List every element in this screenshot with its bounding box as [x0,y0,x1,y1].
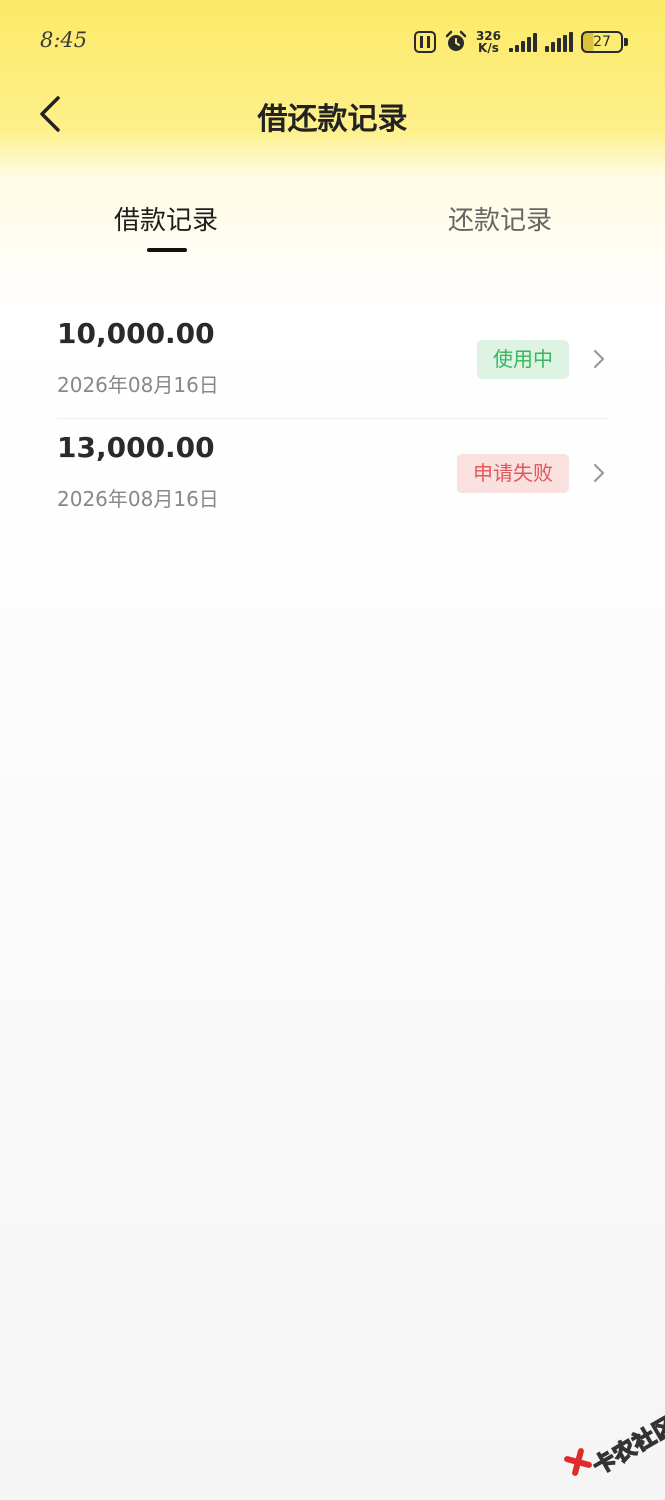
signal-2-icon [545,32,573,52]
chevron-right-icon [593,463,605,483]
record-date: 2026年08月16日 [57,373,219,397]
nav-bar: 借还款记录 [0,84,665,146]
network-speed: 326 K/s [475,29,501,55]
status-bar: 8:45 326 K/s 27 [0,0,665,84]
tab-loan-records[interactable]: 借款记录 [66,200,266,237]
status-badge: 申请失败 [457,454,569,493]
nfc-icon [413,31,436,53]
watermark-text: 卡农社区 [588,1412,665,1481]
record-list: 10,000.00 2026年08月16日 使用中 13,000.00 2026… [57,305,608,531]
tab-bar: 借款记录 还款记录 [0,190,665,260]
record-item[interactable]: 10,000.00 2026年08月16日 使用中 [57,305,608,418]
status-time: 8:45 [40,28,88,52]
chevron-right-icon [593,349,605,369]
record-item[interactable]: 13,000.00 2026年08月16日 申请失败 [57,418,608,531]
status-icons: 326 K/s 27 [413,26,628,58]
alarm-icon [444,30,468,54]
signal-1-icon [509,32,537,52]
record-date: 2026年08月16日 [57,487,219,511]
tab-repayment-records[interactable]: 还款记录 [400,200,600,237]
page-title: 借还款记录 [257,102,408,137]
battery-level: 27 [593,34,611,50]
watermark: 卡农社区 [560,1410,665,1481]
active-tab-indicator [147,248,187,252]
record-amount: 13,000.00 [57,431,215,464]
battery-icon: 27 [581,31,628,53]
status-badge: 使用中 [477,340,569,379]
record-amount: 10,000.00 [57,317,215,350]
